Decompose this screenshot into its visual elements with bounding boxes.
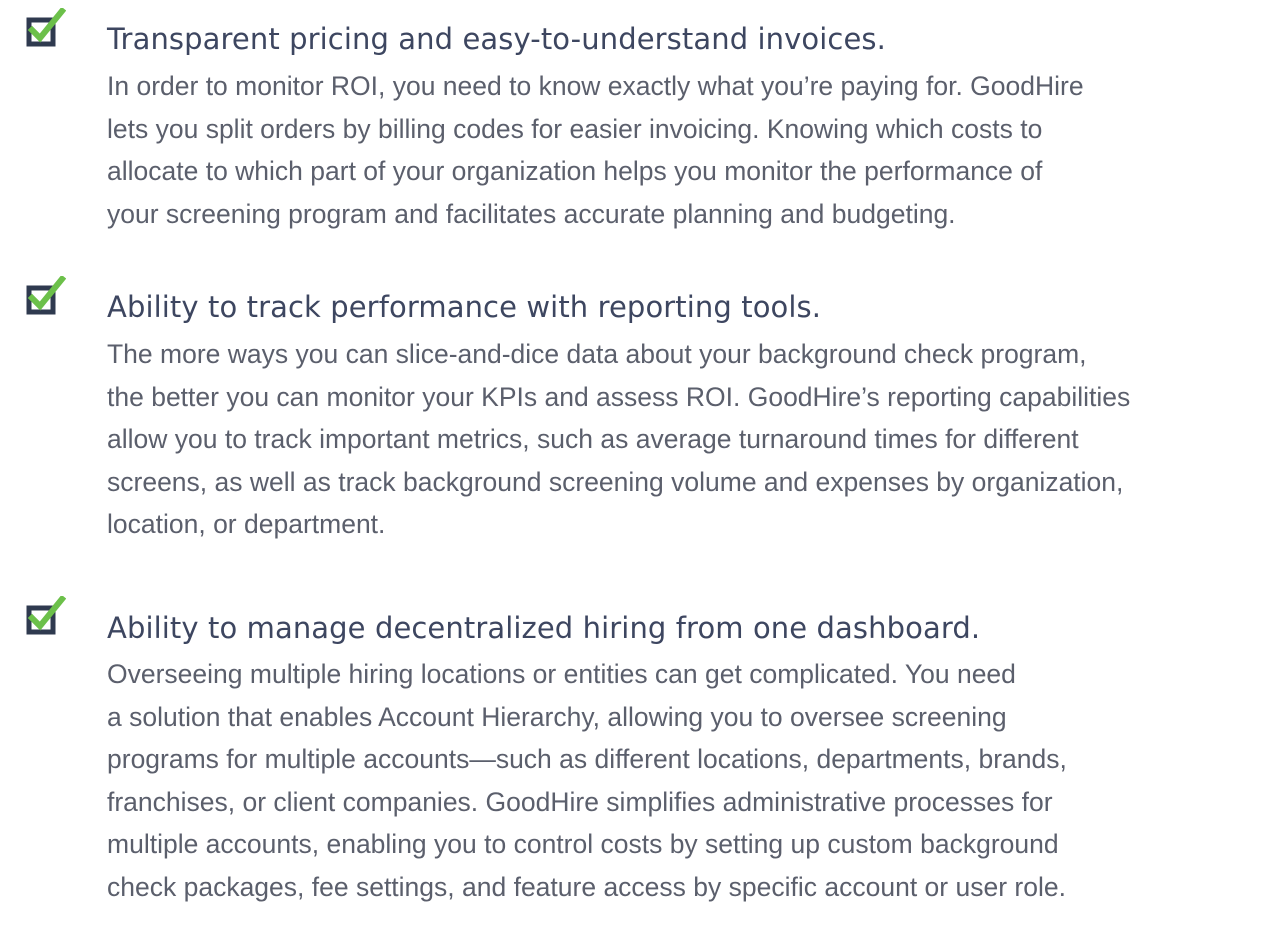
description-line: franchises, or client companies. GoodHir… — [107, 786, 1053, 817]
checked-checkbox-icon — [26, 596, 66, 636]
description-line: your screening program and facilitates a… — [107, 198, 956, 229]
description-line: The more ways you can slice-and-dice dat… — [107, 339, 1087, 369]
description-line: In order to monitor ROI, you need to kno… — [107, 71, 1084, 101]
description-line: allow you to track important metrics, su… — [107, 424, 1079, 454]
description-line: location, or department. — [107, 509, 386, 539]
description-line: programs for multiple accounts—such as d… — [107, 744, 1067, 774]
description-line: Overseeing multiple hiring locations or … — [107, 659, 1016, 689]
description-line: the better you can monitor your KPIs and… — [107, 381, 1131, 412]
description-line: lets you split orders by billing codes f… — [107, 113, 1043, 144]
checked-checkbox-icon — [26, 276, 66, 316]
description-line: check packages, fee settings, and featur… — [107, 871, 1066, 902]
description-line: multiple accounts, enabling you to contr… — [107, 829, 1059, 859]
description-line: allocate to which part of your organizat… — [107, 156, 1043, 186]
description-line: a solution that enables Account Hierarch… — [107, 701, 1007, 732]
item-title: Ability to manage decentralized hiring f… — [107, 611, 981, 645]
item-description: Overseeing multiple hiring locations or … — [107, 653, 1067, 908]
item-description: In order to monitor ROI, you need to kno… — [107, 65, 1084, 235]
item-title: Transparent pricing and easy-to-understa… — [107, 22, 886, 56]
checked-checkbox-icon — [26, 8, 66, 48]
item-description: The more ways you can slice-and-dice dat… — [107, 333, 1130, 546]
item-title: Ability to track performance with report… — [107, 290, 822, 324]
description-line: screens, as well as track background scr… — [107, 466, 1124, 497]
